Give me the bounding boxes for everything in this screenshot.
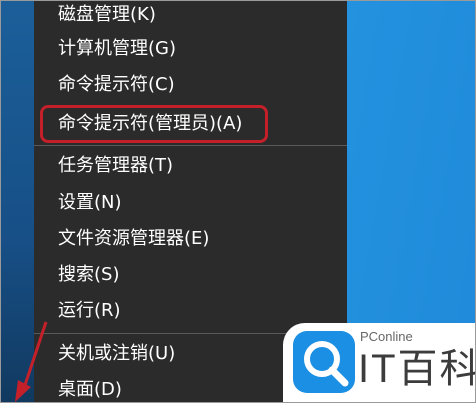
- menu-item-label: 任务管理器(T): [58, 155, 174, 176]
- menu-item-label: 运行(R): [58, 300, 121, 321]
- menu-item-label: 计算机管理(G): [58, 38, 176, 59]
- menu-item-file-explorer[interactable]: 文件资源管理器(E): [34, 222, 347, 256]
- menu-item-label: 磁盘管理(K): [58, 4, 156, 25]
- menu-item-label: 桌面(D): [58, 379, 122, 400]
- menu-item-search[interactable]: 搜索(S): [34, 258, 347, 292]
- menu-item-settings[interactable]: 设置(N): [34, 186, 347, 220]
- menu-item-task-manager[interactable]: 任务管理器(T): [34, 149, 347, 183]
- menu-separator: [34, 145, 347, 146]
- menu-item-computer-management[interactable]: 计算机管理(G): [34, 32, 347, 66]
- pconline-itbaike-watermark: PConline IT百科: [283, 323, 476, 403]
- red-arrow-annotation-icon: [15, 321, 48, 402]
- watermark-brand-small: PConline: [360, 329, 413, 344]
- menu-item-label: 搜索(S): [58, 264, 120, 285]
- watermark-brand-big: IT百科: [358, 347, 476, 391]
- menu-item-command-prompt[interactable]: 命令提示符(C): [34, 68, 347, 102]
- menu-item-label: 设置(N): [58, 192, 122, 213]
- menu-item-label: 命令提示符(C): [58, 74, 175, 95]
- menu-item-disk-management[interactable]: 磁盘管理(K): [34, 0, 347, 32]
- menu-item-label: 文件资源管理器(E): [58, 228, 210, 249]
- menu-item-label: 关机或注销(U): [58, 343, 176, 364]
- magnifier-logo-icon: [293, 331, 355, 393]
- highlight-annotation-box: [40, 105, 268, 143]
